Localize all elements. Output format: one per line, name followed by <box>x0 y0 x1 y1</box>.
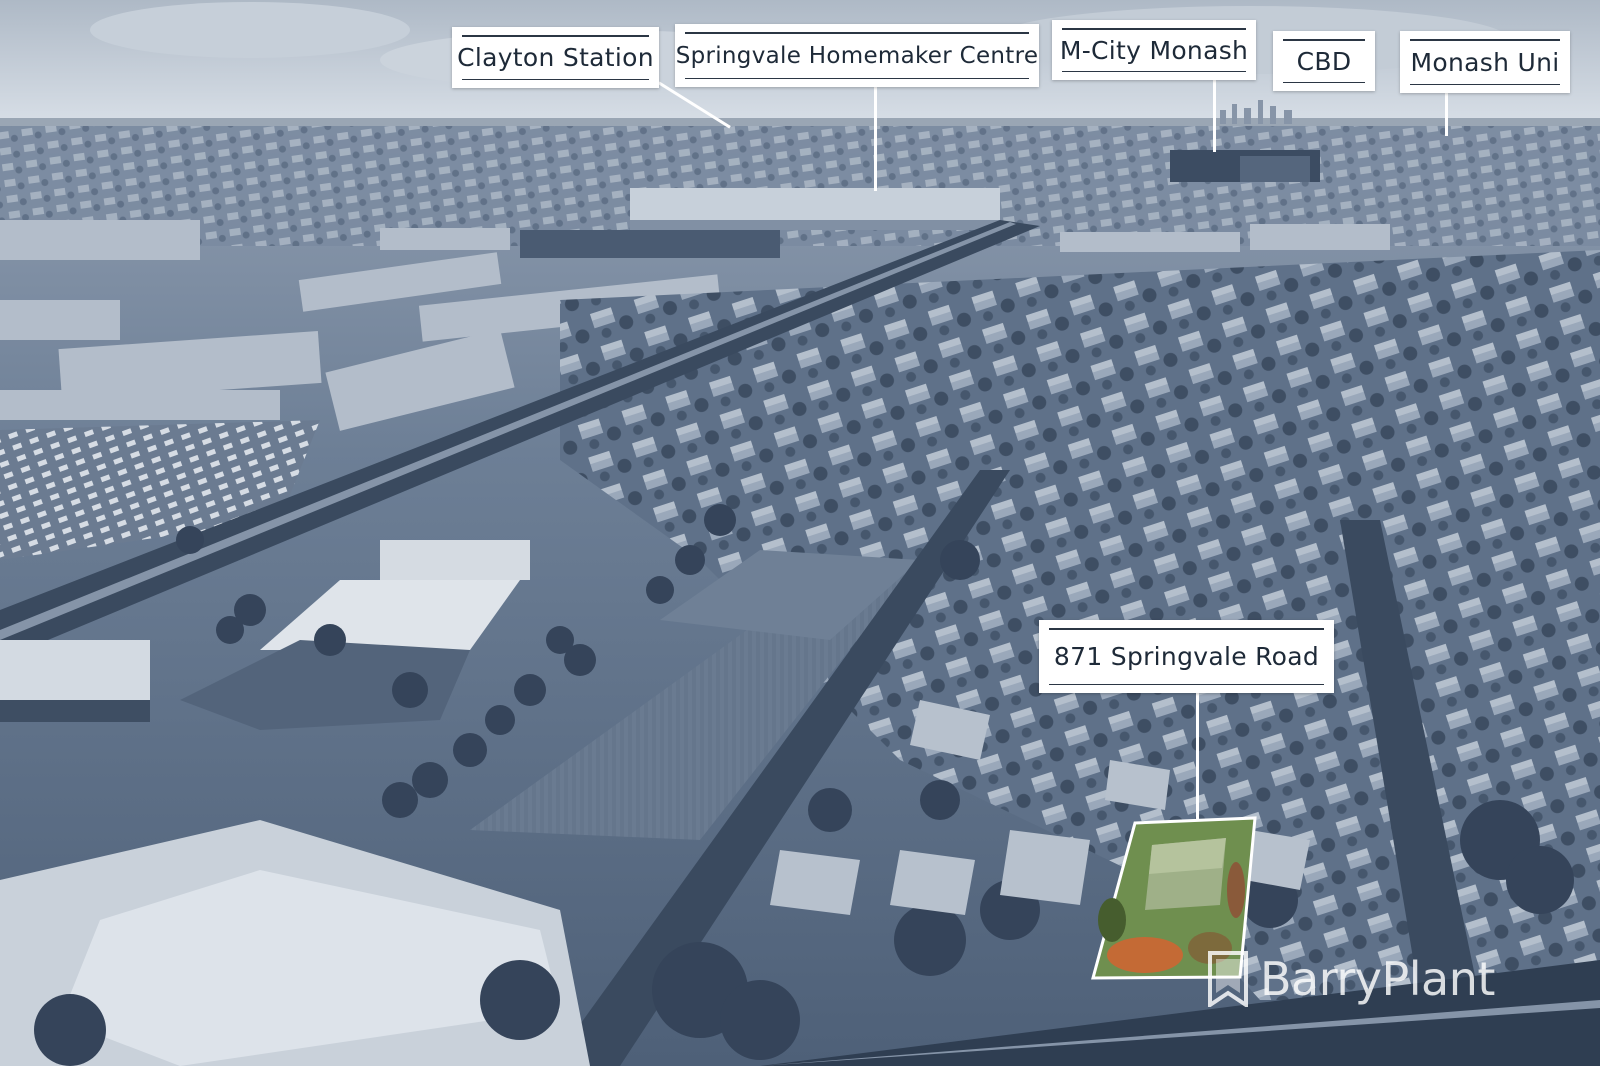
cbd-label: CBD <box>1273 31 1375 91</box>
cbd-text: CBD <box>1296 46 1352 76</box>
aerial-photo: Clayton Station Springvale Homemaker Cen… <box>0 0 1600 1066</box>
barry-plant-flag-icon <box>1208 951 1248 1007</box>
property-address-label: 871 Springvale Road <box>1039 620 1334 693</box>
clayton-station-label: Clayton Station <box>452 27 659 88</box>
property-address-text: 871 Springvale Road <box>1053 642 1320 671</box>
property-callout-line <box>1196 692 1199 819</box>
mcity-callout-line <box>1213 77 1216 152</box>
barry-plant-logo: BarryPlant <box>1208 947 1495 1011</box>
homemaker-centre-text: Springvale Homemaker Centre <box>675 42 1039 69</box>
clayton-station-text: Clayton Station <box>457 43 654 72</box>
aerial-scene <box>0 0 1600 1066</box>
brand-name: BarryPlant <box>1260 952 1495 1006</box>
monash-uni-text: Monash Uni <box>1410 47 1560 77</box>
monash-callout-line <box>1445 92 1448 136</box>
m-city-monash-text: M-City Monash <box>1059 35 1249 65</box>
homemaker-centre-label: Springvale Homemaker Centre <box>675 24 1039 87</box>
homemaker-callout-line <box>874 85 877 191</box>
m-city-monash-label: M-City Monash <box>1052 20 1256 80</box>
monash-uni-label: Monash Uni <box>1400 31 1570 93</box>
